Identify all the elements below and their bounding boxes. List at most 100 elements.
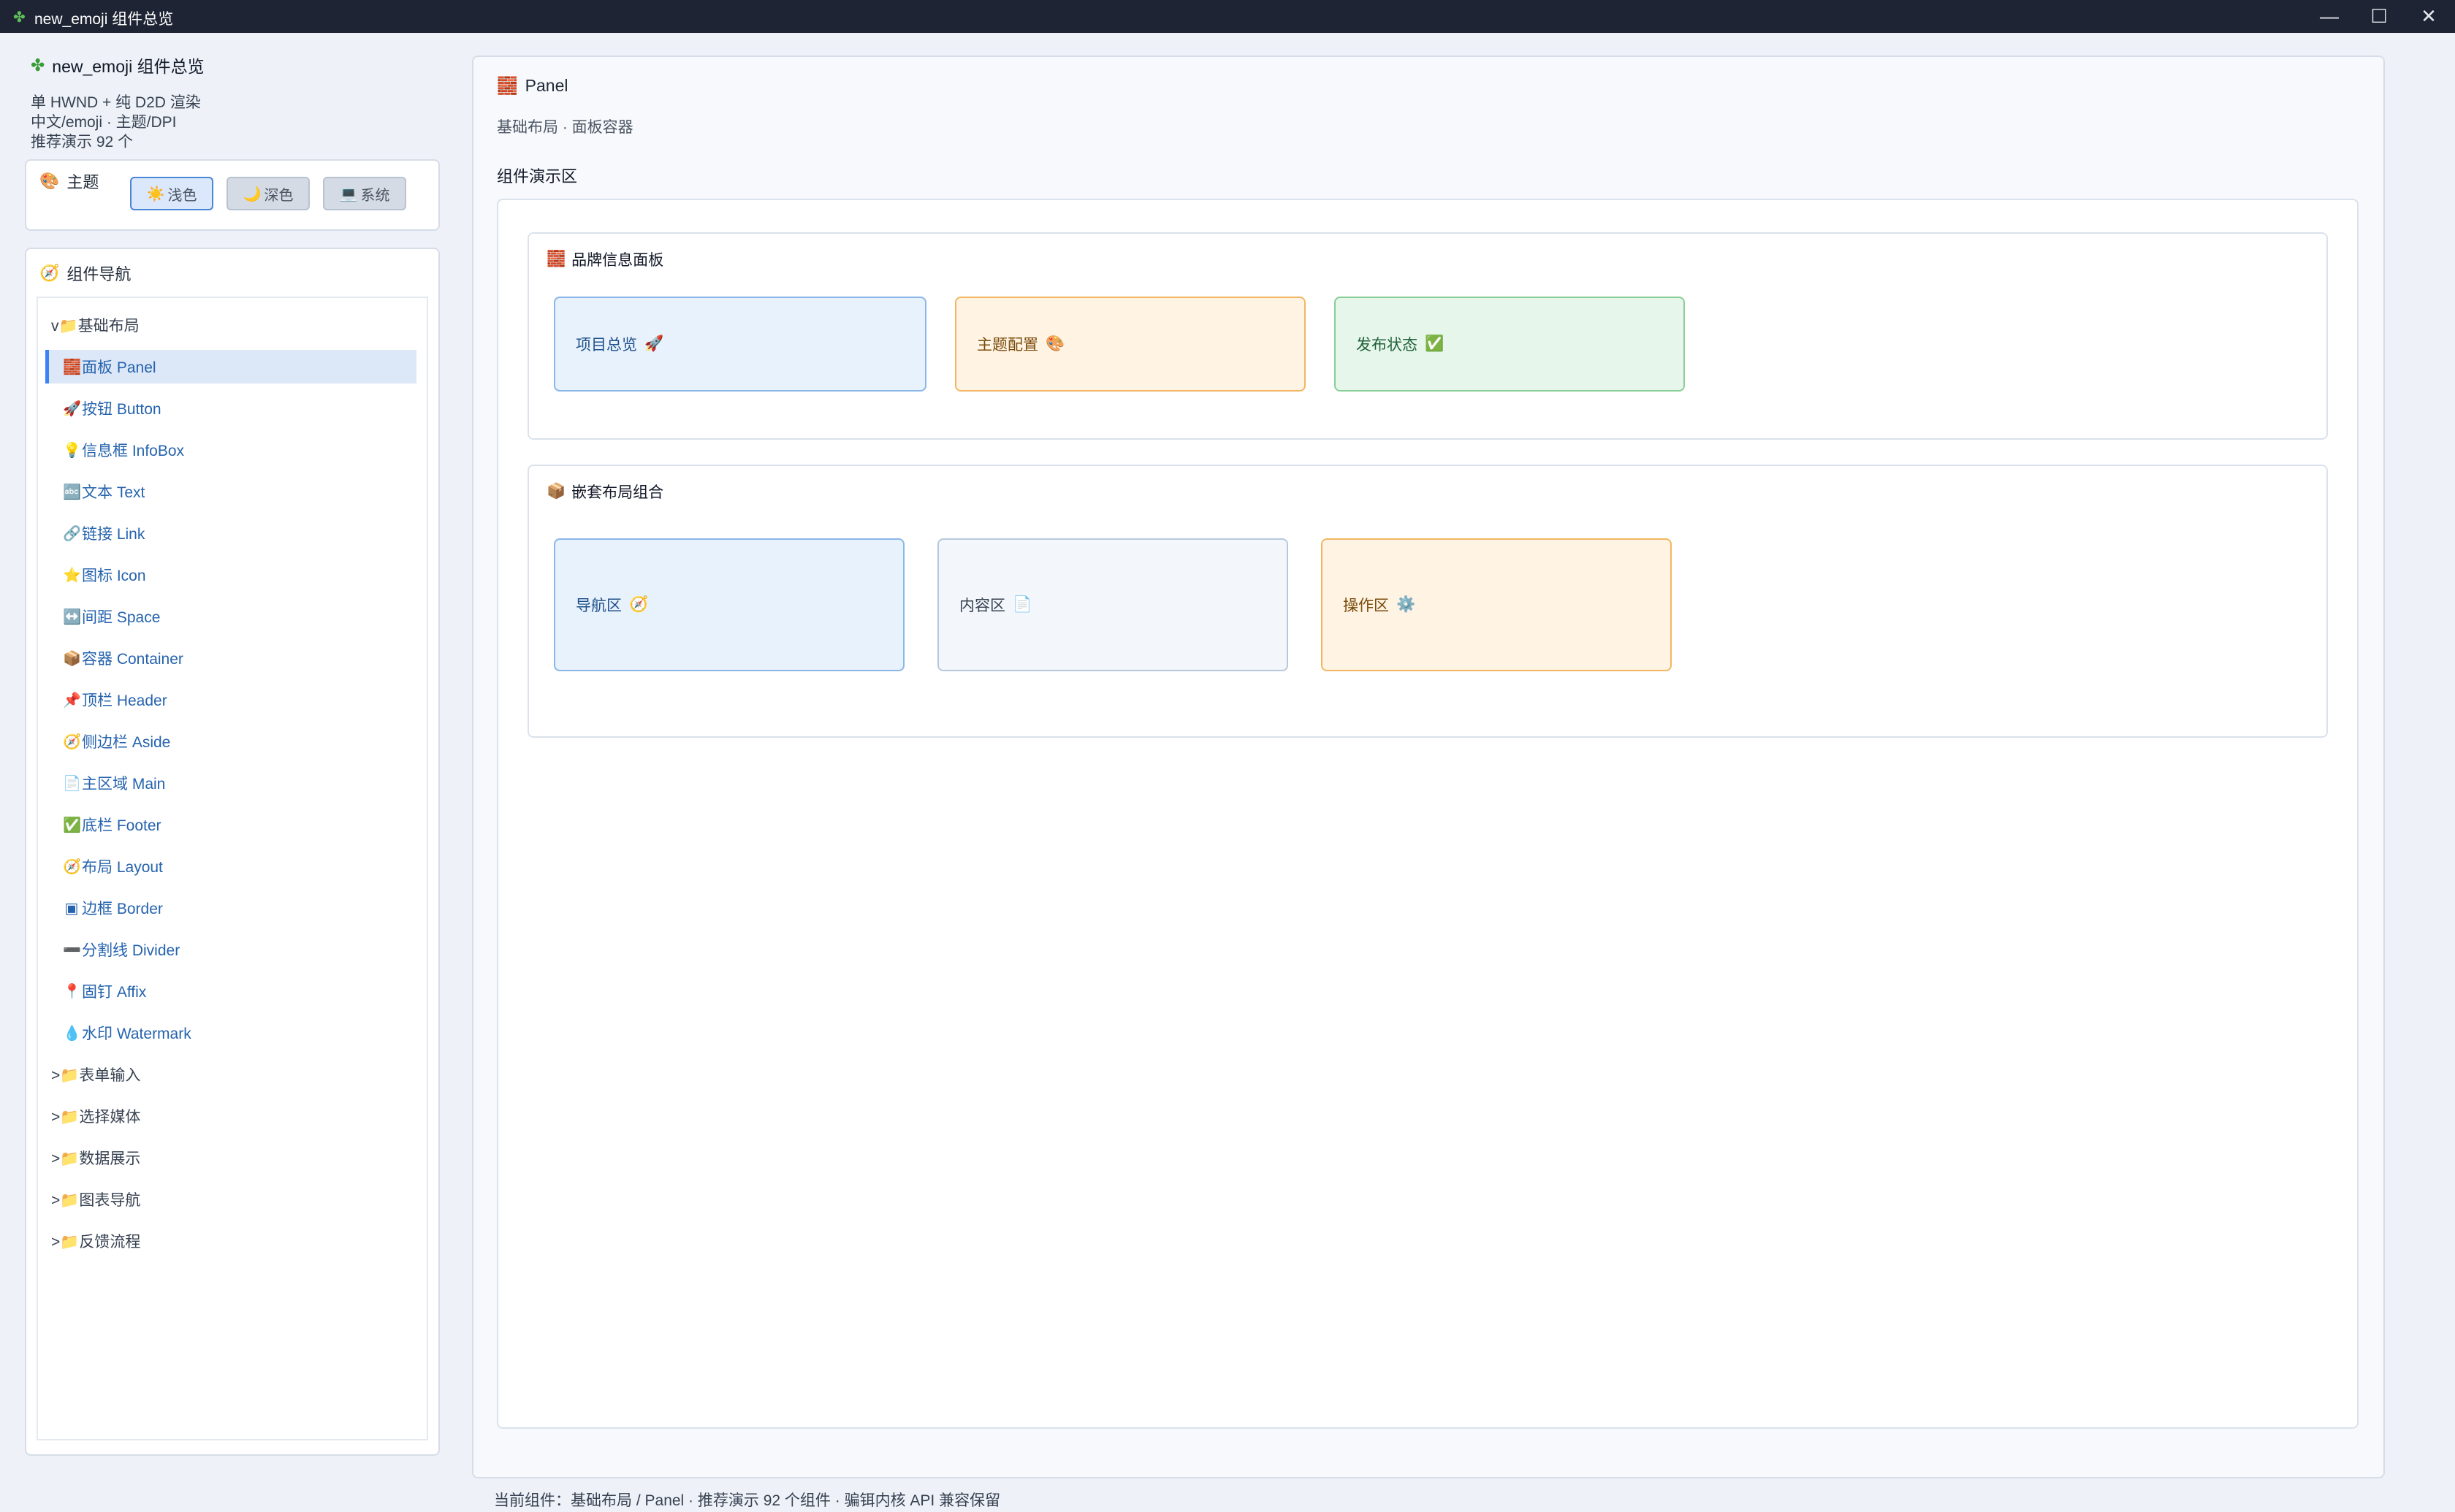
- nav-label-text: 组件导航: [66, 265, 132, 283]
- tile-content-area[interactable]: 内容区 📄: [937, 538, 1288, 671]
- pin-icon: 📌: [63, 692, 81, 709]
- theme-system-label: 系统: [360, 187, 390, 204]
- nav-item-label: 布局 Layout: [82, 859, 163, 876]
- nav-item-affix[interactable]: 📍 固钉 Affix: [63, 974, 146, 1008]
- page-icon: 📄: [63, 775, 81, 792]
- nav-group-form-input[interactable]: >📁表单输入: [51, 1058, 140, 1091]
- brick-icon: 🧱: [63, 359, 81, 375]
- package-icon: 📦: [547, 483, 566, 500]
- nav-item-watermark[interactable]: 💧 水印 Watermark: [63, 1016, 191, 1050]
- tile-label: 内容区: [959, 597, 1005, 614]
- nav-item-label: >📁表单输入: [51, 1067, 141, 1084]
- moon-icon: 🌙: [243, 186, 262, 202]
- theme-label: 🎨 主题: [39, 169, 99, 193]
- nav-item-border[interactable]: ▣ 边框 Border: [63, 891, 163, 925]
- minimize-button[interactable]: —: [2304, 0, 2354, 33]
- nav-item-icon[interactable]: ⭐ 图标 Icon: [63, 558, 146, 592]
- group-title: 🧱 品牌信息面板: [547, 248, 663, 270]
- tile-nav-area[interactable]: 导航区 🧭: [554, 538, 905, 671]
- brick-icon: 🧱: [547, 251, 566, 267]
- nav-group-data-display[interactable]: >📁数据展示: [51, 1141, 140, 1175]
- nav-item-layout[interactable]: 🧭 布局 Layout: [63, 849, 163, 883]
- demo-area-label: 组件演示区: [497, 167, 578, 186]
- nav-item-text[interactable]: 🔤 文本 Text: [63, 475, 145, 508]
- nav-item-label: v📁基础布局: [51, 318, 140, 335]
- tile-label: 操作区: [1343, 597, 1389, 614]
- pushpin-icon: 📍: [63, 983, 81, 1000]
- gear-icon: ⚙️: [1396, 596, 1416, 613]
- nav-item-label: 图标 Icon: [82, 568, 146, 584]
- sidebar-subtitle-line: 推荐演示 92 个: [31, 134, 134, 150]
- nav-item-label: 边框 Border: [82, 901, 163, 917]
- star-icon: ⭐: [63, 567, 81, 584]
- arrows-icon: ↔️: [63, 608, 81, 625]
- window-titlebar: ✤ new_emoji 组件总览 — ☐ ✕: [0, 0, 2455, 33]
- package-icon: 📦: [63, 650, 81, 667]
- page-icon: 📄: [1013, 596, 1032, 613]
- nav-item-aside[interactable]: 🧭 侧边栏 Aside: [63, 725, 170, 758]
- palette-icon: 🎨: [1046, 335, 1065, 352]
- nav-item-panel[interactable]: 🧱 面板 Panel: [45, 350, 416, 383]
- theme-light-button[interactable]: ☀️ 浅色: [130, 177, 213, 210]
- nav-item-label: 底栏 Footer: [82, 817, 161, 834]
- tile-label: 主题配置: [977, 337, 1038, 354]
- maximize-button[interactable]: ☐: [2354, 0, 2404, 33]
- window-title: new_emoji 组件总览: [34, 11, 174, 28]
- nav-item-main[interactable]: 📄 主区域 Main: [63, 766, 165, 800]
- droplet-icon: 💧: [63, 1025, 81, 1042]
- nav-group-select-media[interactable]: >📁选择媒体: [51, 1099, 140, 1133]
- nav-item-link[interactable]: 🔗 链接 Link: [63, 516, 145, 550]
- divider-icon: ➖: [63, 942, 81, 958]
- laptop-icon: 💻: [339, 186, 358, 202]
- theme-light-label: 浅色: [167, 187, 197, 204]
- brick-icon: 🧱: [497, 76, 518, 95]
- theme-label-text: 主题: [66, 173, 99, 191]
- lightbulb-icon: 💡: [63, 442, 81, 459]
- nav-item-divider[interactable]: ➖ 分割线 Divider: [63, 933, 180, 966]
- check-icon: ✅: [1425, 335, 1445, 352]
- nav-item-label: 信息框 InfoBox: [82, 443, 185, 459]
- nav-item-container[interactable]: 📦 容器 Container: [63, 641, 183, 675]
- theme-dark-button[interactable]: 🌙 深色: [227, 177, 310, 210]
- tile-action-area[interactable]: 操作区 ⚙️: [1321, 538, 1672, 671]
- nav-group-chart-nav[interactable]: >📁图表导航: [51, 1183, 140, 1216]
- palette-icon: 🎨: [39, 172, 60, 190]
- nav-item-label: 链接 Link: [82, 526, 145, 543]
- tile-project-overview[interactable]: 项目总览 🚀: [554, 297, 926, 392]
- tile-theme-config[interactable]: 主题配置 🎨: [955, 297, 1306, 392]
- compass-icon: 🧭: [629, 596, 649, 613]
- nav-item-infobox[interactable]: 💡 信息框 InfoBox: [63, 433, 184, 467]
- sidebar-subtitle-line: 单 HWND + 纯 D2D 渲染: [31, 94, 201, 111]
- tile-publish-status[interactable]: 发布状态 ✅: [1334, 297, 1685, 392]
- nav-item-label: 主区域 Main: [82, 776, 166, 793]
- group-title: 📦 嵌套布局组合: [547, 481, 663, 503]
- rocket-icon: 🚀: [63, 400, 81, 417]
- theme-system-button[interactable]: 💻 系统: [323, 177, 406, 210]
- sidebar-subtitle-line: 中文/emoji · 主题/DPI: [31, 114, 177, 131]
- nav-item-footer[interactable]: ✅ 底栏 Footer: [63, 808, 161, 841]
- page-title: 🧱 Panel: [497, 76, 568, 96]
- app-icon: ✤: [13, 9, 26, 26]
- nav-item-label: 侧边栏 Aside: [82, 734, 171, 751]
- compass-icon: 🧭: [63, 733, 81, 750]
- tile-label: 发布状态: [1356, 337, 1417, 354]
- nav-item-header[interactable]: 📌 顶栏 Header: [63, 683, 167, 717]
- border-icon: ▣: [64, 900, 79, 917]
- nav-group-feedback[interactable]: >📁反馈流程: [51, 1224, 140, 1258]
- nav-item-label: 面板 Panel: [82, 359, 156, 376]
- nav-item-space[interactable]: ↔️ 间距 Space: [63, 600, 160, 633]
- clover-icon: ✤: [31, 55, 45, 75]
- nav-item-label: 水印 Watermark: [82, 1026, 191, 1042]
- nav-item-button[interactable]: 🚀 按钮 Button: [63, 392, 161, 425]
- nav-item-label: 文本 Text: [82, 484, 145, 501]
- tile-label: 导航区: [576, 597, 622, 614]
- page-title-text: Panel: [525, 76, 568, 95]
- sidebar-title: ✤ new_emoji 组件总览: [31, 53, 205, 77]
- page-subtitle: 基础布局 · 面板容器: [497, 119, 633, 136]
- close-button[interactable]: ✕: [2404, 0, 2454, 33]
- text-icon: 🔤: [63, 484, 81, 500]
- tile-label: 项目总览: [576, 337, 637, 354]
- nav-item-label: >📁图表导航: [51, 1192, 141, 1209]
- link-icon: 🔗: [63, 525, 81, 542]
- nav-group-basic-layout[interactable]: v📁基础布局: [51, 308, 140, 342]
